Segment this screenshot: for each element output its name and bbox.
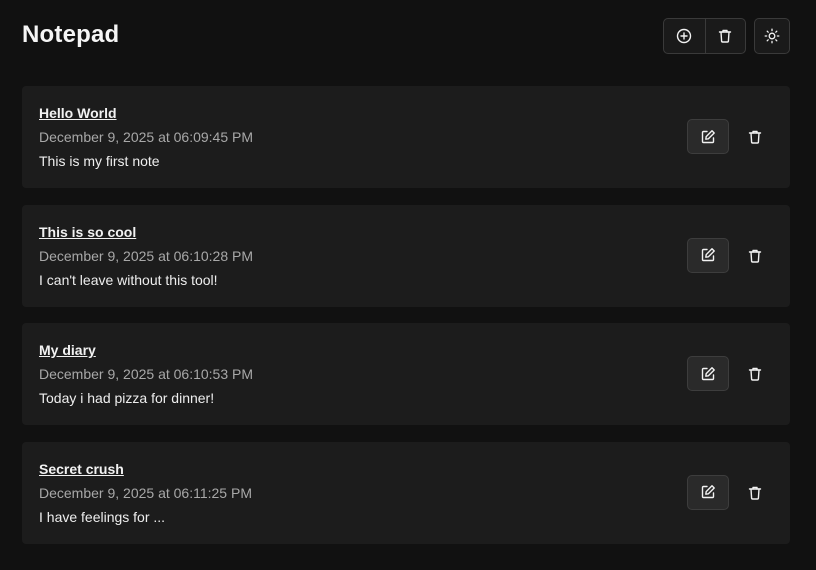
trash-icon	[747, 129, 763, 145]
note-title[interactable]: Hello World	[39, 105, 117, 121]
sun-icon	[764, 28, 780, 44]
edit-icon	[700, 366, 716, 382]
edit-icon	[700, 247, 716, 263]
edit-note-button[interactable]	[687, 474, 729, 510]
note-body: Today i had pizza for dinner!	[39, 390, 215, 406]
delete-all-button[interactable]	[704, 19, 746, 53]
notepad-app: Notepad Hello World December 9, 2025 at …	[0, 0, 816, 570]
note-title[interactable]: Secret crush	[39, 461, 124, 477]
delete-note-button[interactable]	[744, 126, 766, 148]
note-body: I can't leave without this tool!	[39, 271, 218, 288]
edit-icon	[700, 129, 716, 145]
note-title[interactable]: My diary	[39, 342, 96, 358]
note-body: I have feelings for ...	[39, 508, 166, 525]
notes-list: Hello World December 9, 2025 at 06:09:45…	[22, 86, 790, 560]
note-card: Hello World December 9, 2025 at 06:09:45…	[22, 86, 790, 188]
plus-circle-icon	[676, 28, 692, 44]
note-date: December 9, 2025 at 06:10:53 PM	[39, 366, 254, 382]
note-title[interactable]: This is so cool	[39, 224, 136, 240]
note-date: December 9, 2025 at 06:10:28 PM	[39, 247, 254, 264]
note-card: This is so cool December 9, 2025 at 06:1…	[22, 204, 790, 307]
toolbar-button-group	[663, 18, 746, 54]
trash-icon	[747, 485, 763, 501]
edit-icon	[700, 484, 716, 500]
note-card: Secret crush December 9, 2025 at 06:11:2…	[22, 441, 790, 544]
delete-note-button[interactable]	[744, 482, 766, 504]
note-date: December 9, 2025 at 06:09:45 PM	[39, 129, 254, 145]
header: Notepad	[22, 18, 790, 54]
trash-icon	[747, 366, 763, 382]
delete-note-button[interactable]	[744, 245, 766, 267]
trash-icon	[717, 28, 733, 44]
edit-note-button[interactable]	[687, 119, 729, 154]
note-date: December 9, 2025 at 06:11:25 PM	[39, 484, 252, 501]
page-title: Notepad	[22, 21, 120, 48]
delete-note-button[interactable]	[744, 363, 766, 385]
theme-toggle-button[interactable]	[754, 18, 790, 54]
note-card: My diary December 9, 2025 at 06:10:53 PM…	[22, 323, 790, 425]
trash-icon	[747, 248, 763, 264]
edit-note-button[interactable]	[687, 237, 729, 273]
note-body: This is my first note	[39, 153, 160, 169]
edit-note-button[interactable]	[687, 356, 729, 391]
add-note-button[interactable]	[664, 19, 705, 53]
